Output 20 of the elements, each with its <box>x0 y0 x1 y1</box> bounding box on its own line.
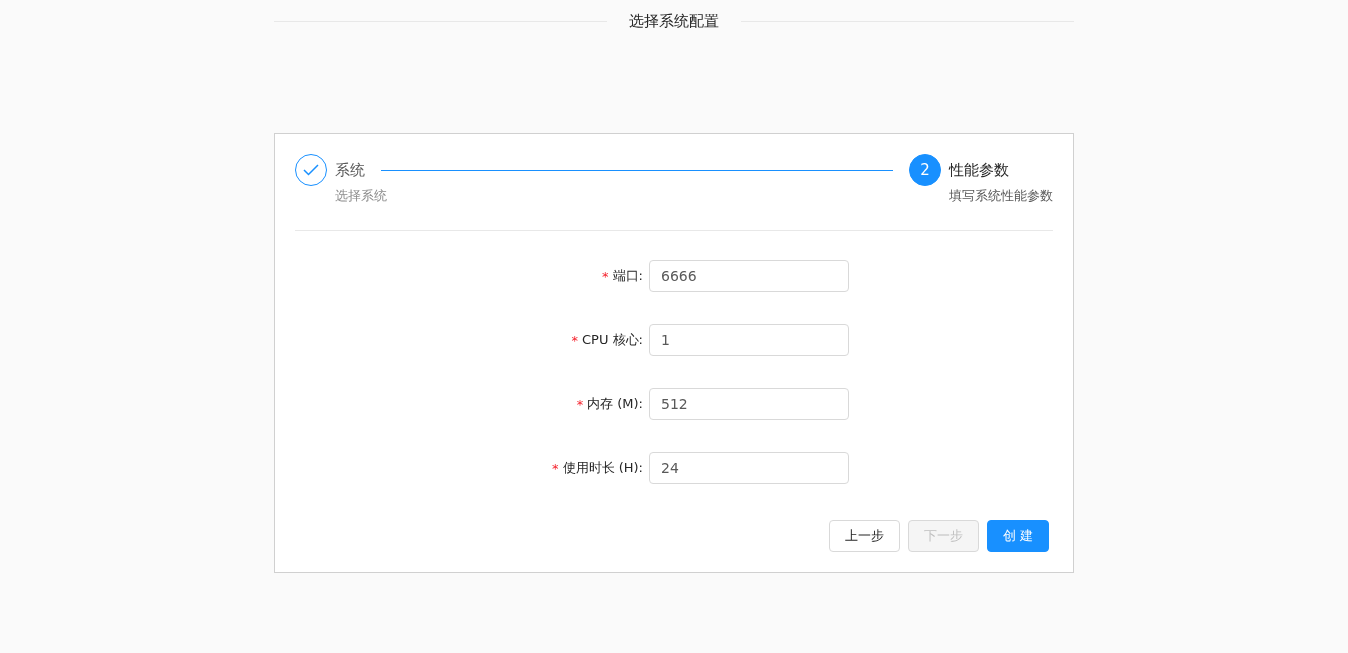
field-label: 内存 (M): <box>587 395 643 413</box>
check-icon <box>303 164 319 176</box>
page-title: 选择系统配置 <box>629 11 719 31</box>
required-mark: * <box>602 268 609 284</box>
input-field[interactable]: 24 <box>649 452 849 484</box>
required-mark: * <box>552 460 559 476</box>
input-field[interactable]: 1 <box>649 324 849 356</box>
input-field[interactable]: 512 <box>649 388 849 420</box>
step-description: 填写系统性能参数 <box>949 188 1053 205</box>
field-label: 使用时长 (H): <box>562 459 643 477</box>
required-mark: * <box>576 396 584 412</box>
required-mark: * <box>571 332 579 348</box>
step-icon: 2 <box>909 154 941 186</box>
step-title: 性能参数 <box>949 160 1009 180</box>
step-title: 系统 <box>335 160 365 180</box>
step-button[interactable]: 上一步 <box>828 520 900 552</box>
step-description: 选择系统 <box>335 188 388 205</box>
field-label: CPU 核心: <box>582 331 643 349</box>
field-label: 端口: <box>612 267 643 285</box>
input-field[interactable]: 6666 <box>649 260 849 292</box>
